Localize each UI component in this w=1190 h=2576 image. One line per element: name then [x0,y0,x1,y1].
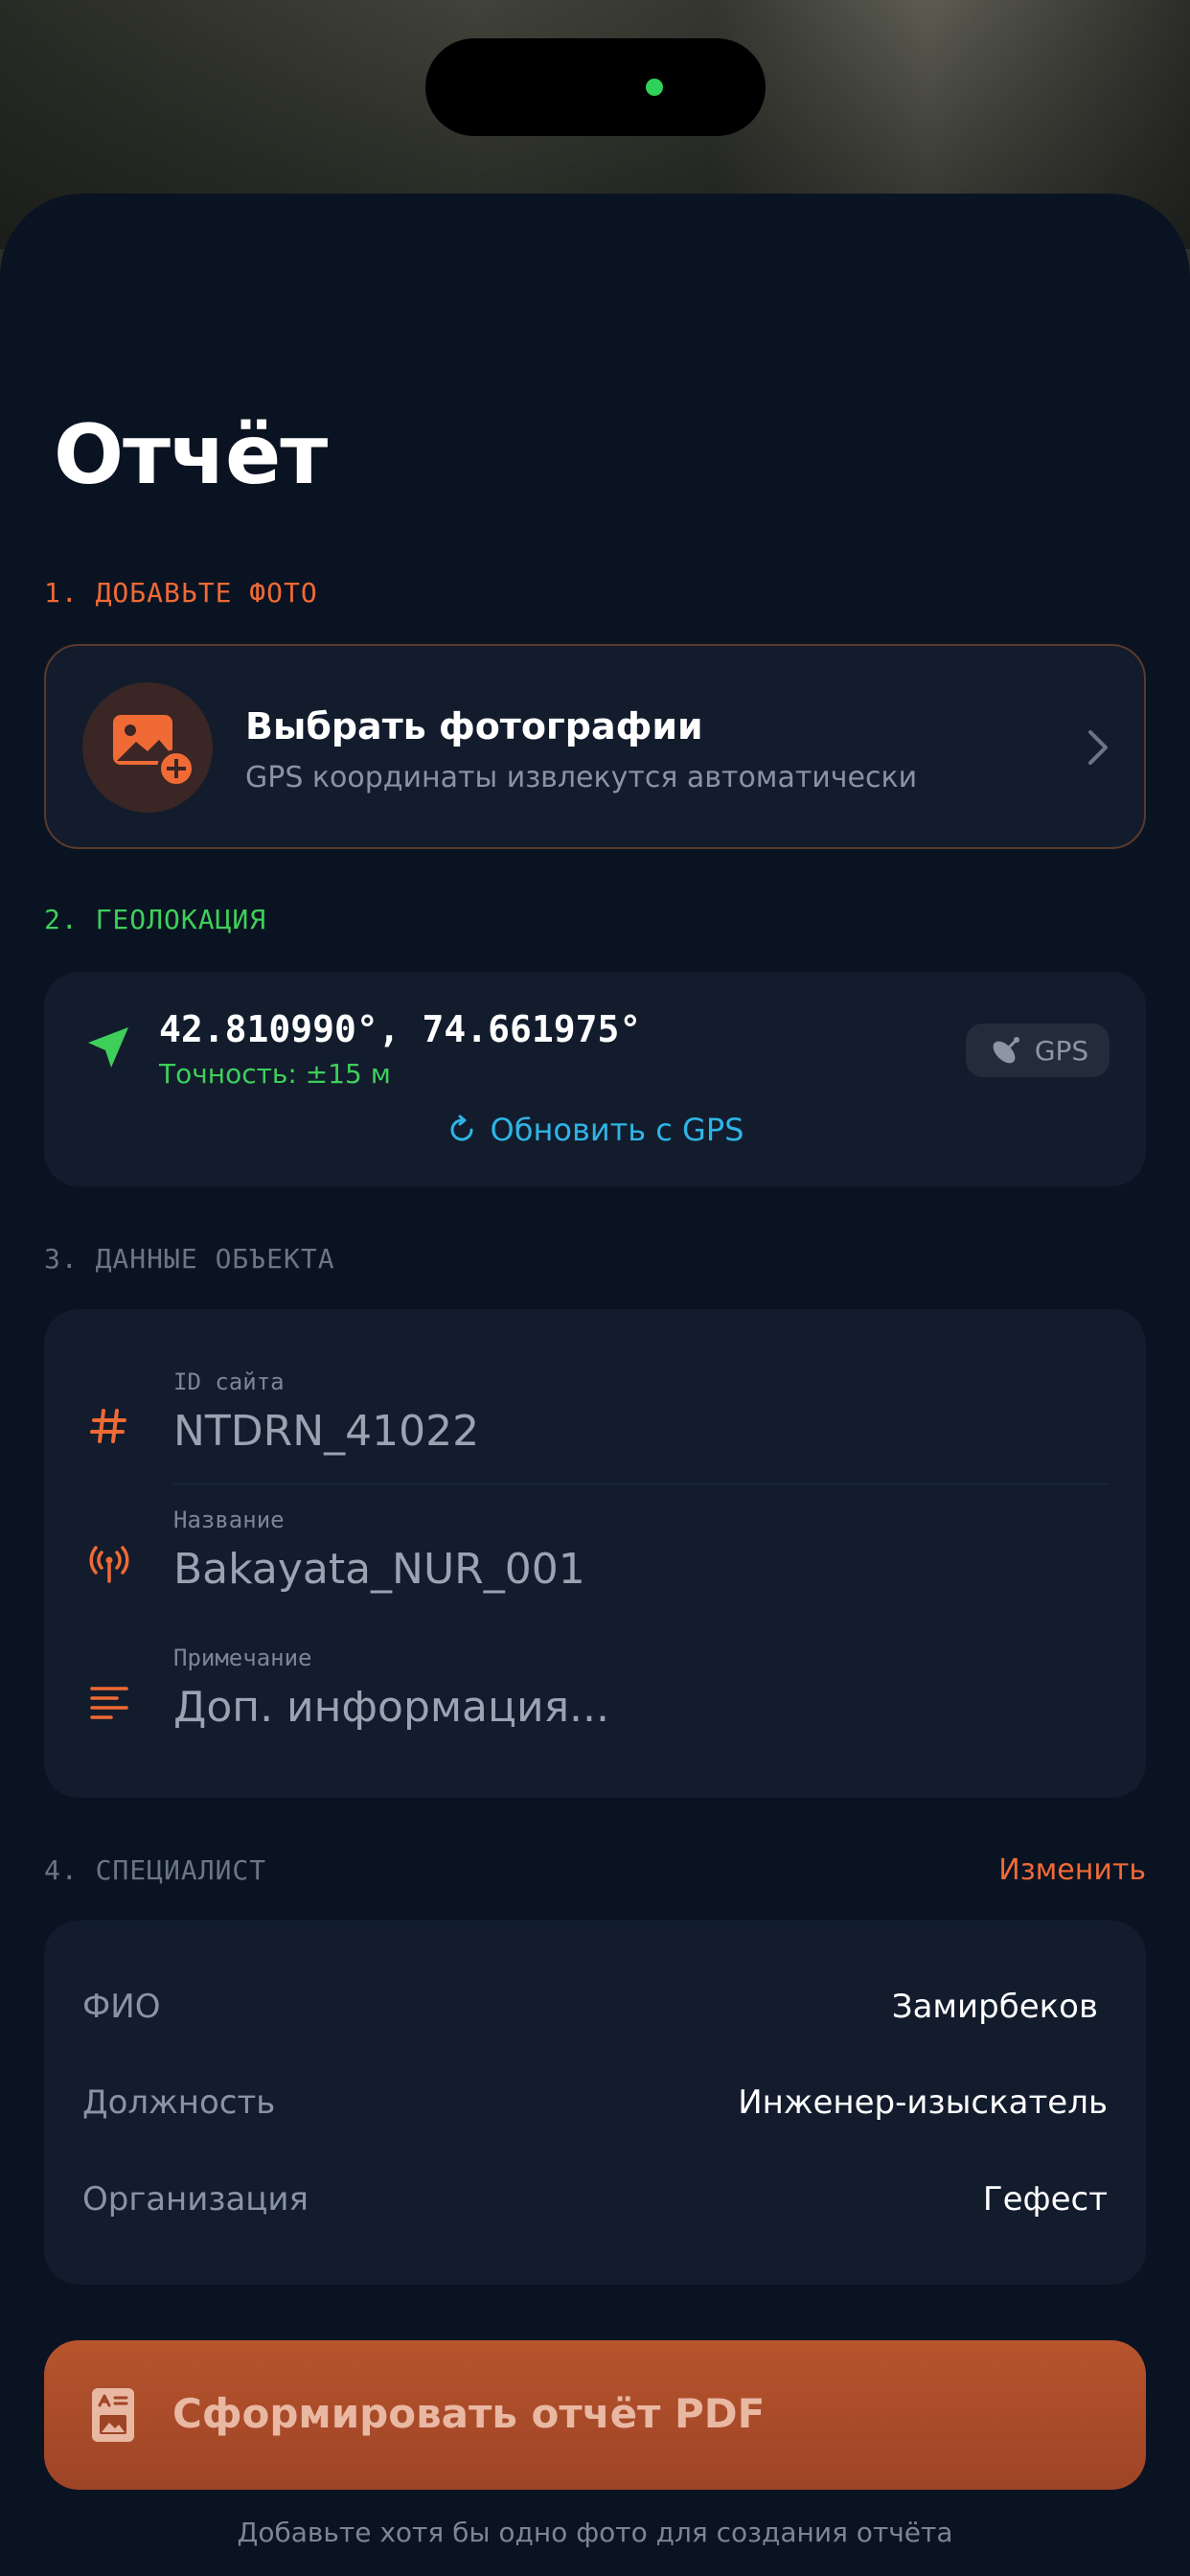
specialist-card: ФИО Замирбеков Должность Инженер-изыскат… [44,1920,1146,2285]
geolocation-card: 42.810990°, 74.661975° Точность: ±15 м G… [44,972,1146,1186]
refresh-gps-label: Обновить с GPS [490,1112,744,1148]
specialist-name-key: ФИО [82,1988,161,2026]
section-label-geo: 2. ГЕОЛОКАЦИЯ [44,904,267,935]
choose-photos-subtitle: GPS координаты извлекутся автоматически [245,761,918,794]
accuracy-value: Точность: ±15 м [159,1058,391,1090]
generate-pdf-button[interactable]: Сформировать отчёт PDF [44,2340,1146,2490]
dynamic-island [425,38,766,136]
object-data-card: ID сайта NTDRN_41022 Название Bakayata_N… [44,1309,1146,1798]
gps-badge-label: GPS [1034,1034,1089,1067]
generate-pdf-label: Сформировать отчёт PDF [172,2390,766,2437]
note-label: Примечание [173,1644,312,1671]
site-id-field[interactable]: ID сайта NTDRN_41022 [44,1349,1146,1489]
site-name-label: Название [173,1506,285,1533]
hint-text: Добавьте хотя бы одно фото для создания … [237,2517,953,2548]
refresh-icon [450,1115,473,1141]
chevron-right-icon [1088,730,1108,765]
site-name-value: Bakayata_NUR_001 [173,1545,585,1594]
refresh-gps-button[interactable]: Обновить с GPS [44,1112,1146,1148]
hash-icon [90,1409,126,1443]
photo-icon-circle [82,682,213,813]
site-id-value: NTDRN_41022 [173,1407,480,1456]
choose-photos-button[interactable]: Выбрать фотографии GPS координаты извлек… [44,644,1146,849]
site-name-field[interactable]: Название Bakayata_NUR_001 [44,1487,1146,1627]
specialist-row-position: Должность Инженер-изыскатель [82,2074,1108,2131]
document-icon [92,2388,134,2442]
specialist-organization-value: Гефест [982,2180,1108,2219]
section-label-photo: 1. ДОБАВЬТЕ ФОТО [44,577,318,609]
notes-icon [90,1687,128,1719]
choose-photos-title: Выбрать фотографии [245,705,703,748]
specialist-position-value: Инженер-изыскатель [738,2083,1108,2122]
satellite-dish-icon [993,1037,1019,1064]
section-label-object: 3. ДАННЫЕ ОБЪЕКТА [44,1243,335,1275]
specialist-name-value: Замирбеков [891,1988,1098,2026]
change-specialist-link[interactable]: Изменить [998,1853,1146,1887]
specialist-row-organization: Организация Гефест [82,2171,1108,2228]
specialist-organization-key: Организация [82,2180,309,2219]
note-field[interactable]: Примечание Доп. информация... [44,1625,1146,1765]
location-arrow-icon [88,1027,128,1068]
photo-add-icon [113,715,195,788]
page-title: Отчёт [54,407,328,503]
antenna-icon [89,1546,129,1583]
coordinates-value: 42.810990°, 74.661975° [159,1008,642,1050]
camera-indicator-dot [646,79,663,96]
site-id-label: ID сайта [173,1368,285,1395]
note-placeholder: Доп. информация... [173,1683,609,1732]
specialist-row-name: ФИО Замирбеков [82,1978,1108,2036]
gps-source-badge: GPS [966,1024,1110,1077]
specialist-position-key: Должность [82,2083,276,2122]
section-label-specialist: 4. СПЕЦИАЛИСТ [44,1854,267,1886]
